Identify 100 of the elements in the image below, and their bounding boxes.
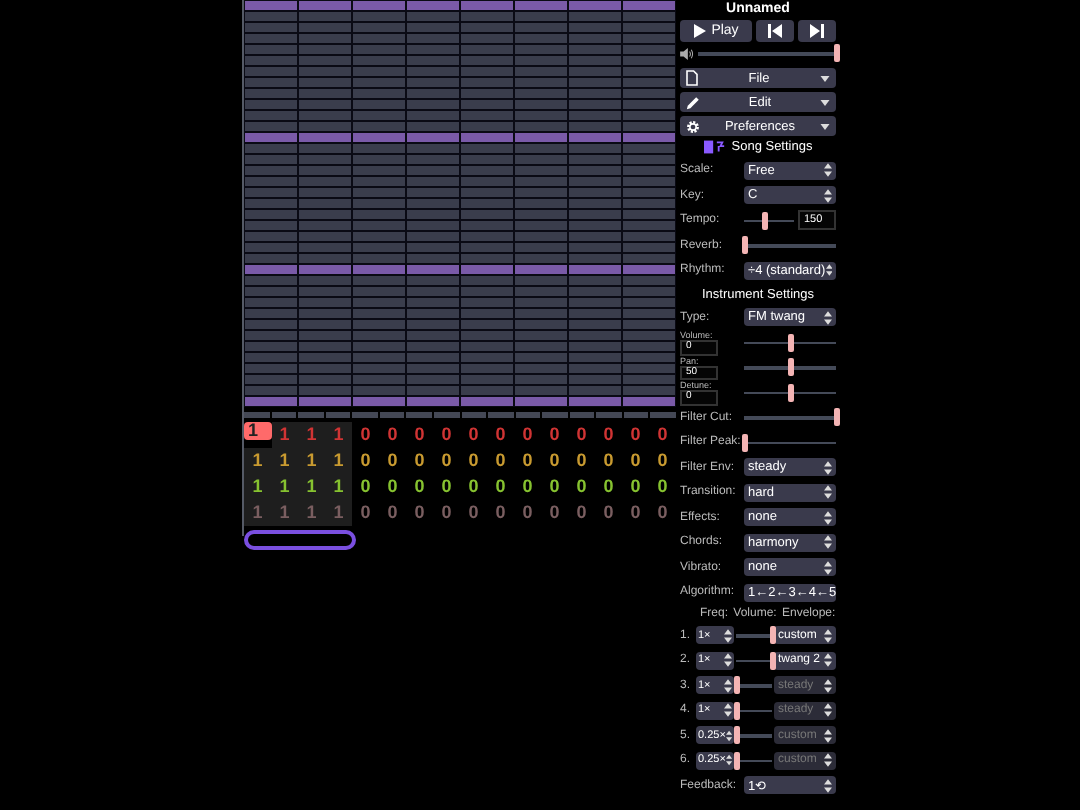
pattern-cell[interactable]: 0 — [487, 499, 514, 525]
select-arrows-icon — [724, 627, 732, 644]
pattern-cell[interactable]: 0 — [622, 447, 649, 473]
pattern-cell[interactable]: 0 — [433, 473, 460, 499]
pattern-cell[interactable]: 0 — [460, 447, 487, 473]
pattern-cell[interactable]: 0 — [541, 499, 568, 525]
pattern-cell[interactable]: 0 — [433, 499, 460, 525]
slider[interactable] — [744, 408, 836, 427]
select-arrows-icon — [724, 702, 732, 719]
pattern-cell[interactable]: 0 — [460, 473, 487, 499]
pattern-cell[interactable]: 0 — [595, 421, 622, 447]
pattern-cell[interactable]: 0 — [352, 447, 379, 473]
pattern-cell[interactable]: 0 — [595, 473, 622, 499]
pattern-cell[interactable]: 0 — [649, 421, 676, 447]
slider[interactable] — [744, 433, 836, 452]
pattern-cell[interactable]: 0 — [568, 473, 595, 499]
caret-icon — [820, 99, 830, 105]
pattern-cell[interactable]: 0 — [568, 499, 595, 525]
pattern-cell[interactable]: 0 — [406, 447, 433, 473]
pattern-cell[interactable]: 0 — [514, 499, 541, 525]
select-arrows-icon — [824, 534, 832, 551]
pattern-cell[interactable]: 0 — [487, 447, 514, 473]
pattern-cell[interactable]: 0 — [568, 447, 595, 473]
pattern-cell[interactable]: 0 — [352, 421, 379, 447]
pattern-cell[interactable]: 0 — [379, 473, 406, 499]
pattern-cell[interactable]: 0 — [649, 447, 676, 473]
slider[interactable] — [698, 44, 836, 62]
pattern-cell[interactable]: 0 — [649, 473, 676, 499]
pattern-cell[interactable]: 1 — [298, 473, 325, 499]
select-arrows-icon — [824, 727, 832, 744]
select-arrows-icon — [824, 187, 832, 204]
pattern-cell[interactable]: 0 — [595, 499, 622, 525]
select-arrows-icon — [724, 677, 732, 694]
pattern-cell[interactable]: 0 — [352, 499, 379, 525]
select-arrows-icon — [824, 509, 832, 526]
select-arrows-icon — [824, 309, 832, 326]
slider[interactable] — [744, 236, 836, 255]
pattern-cell[interactable]: 0 — [379, 421, 406, 447]
pattern-cell[interactable]: 0 — [541, 447, 568, 473]
select-arrows-icon — [824, 652, 832, 669]
slider[interactable] — [744, 333, 836, 352]
pattern-cell[interactable]: 0 — [460, 421, 487, 447]
note-icon — [703, 140, 726, 154]
loop-selector[interactable] — [244, 529, 356, 549]
pattern-cell[interactable]: 0 — [595, 447, 622, 473]
select-arrows-icon — [724, 652, 732, 669]
select-arrows-icon — [824, 559, 832, 576]
piano-roll-grid[interactable] — [244, 0, 676, 407]
pattern-cell[interactable]: 0 — [406, 499, 433, 525]
pattern-cell[interactable]: 0 — [406, 421, 433, 447]
slider[interactable] — [736, 676, 772, 695]
pattern-cell[interactable]: 0 — [460, 499, 487, 525]
skip-forward-icon — [810, 24, 824, 38]
select-arrows-icon — [825, 262, 832, 279]
pencil-icon — [686, 95, 700, 109]
next-button[interactable] — [798, 20, 836, 42]
slider[interactable] — [744, 211, 794, 230]
slider[interactable] — [744, 358, 836, 377]
select-arrows-icon — [824, 702, 832, 719]
speaker-icon — [680, 47, 694, 59]
select-arrows-icon — [725, 752, 732, 769]
previous-button[interactable] — [756, 20, 794, 42]
slider[interactable] — [736, 726, 772, 745]
pattern-cell[interactable]: 0 — [352, 473, 379, 499]
pattern-cell[interactable]: 0 — [379, 447, 406, 473]
pattern-cell[interactable]: 0 — [433, 447, 460, 473]
play-icon — [693, 24, 706, 38]
pattern-cell[interactable]: 0 — [514, 473, 541, 499]
pattern-cell[interactable]: 0 — [541, 473, 568, 499]
pattern-cell[interactable]: 1 — [244, 447, 271, 473]
slider[interactable] — [736, 626, 772, 645]
pattern-cell[interactable]: 0 — [541, 421, 568, 447]
pattern-cell[interactable]: 0 — [487, 473, 514, 499]
select-arrows-icon — [824, 677, 832, 694]
caret-icon — [820, 123, 830, 129]
pattern-cell[interactable]: 0 — [514, 421, 541, 447]
pattern-cell[interactable]: 0 — [406, 473, 433, 499]
document-icon — [686, 70, 698, 86]
select-arrows-icon — [824, 777, 832, 794]
slider[interactable] — [736, 701, 772, 720]
pattern-cell[interactable]: 0 — [649, 499, 676, 525]
pattern-cell[interactable]: 0 — [622, 473, 649, 499]
slider[interactable] — [736, 751, 772, 770]
pattern-cell[interactable]: 1 — [244, 421, 271, 439]
slider[interactable] — [744, 383, 836, 402]
gear-icon — [686, 119, 700, 133]
slider[interactable] — [736, 651, 772, 670]
pattern-cell[interactable]: 0 — [514, 447, 541, 473]
pattern-cell[interactable]: 1 — [298, 447, 325, 473]
pattern-cell[interactable]: 0 — [622, 421, 649, 447]
caret-icon — [820, 75, 830, 81]
pattern-cell[interactable]: 0 — [487, 421, 514, 447]
pattern-cell[interactable]: 0 — [379, 499, 406, 525]
pattern-cell[interactable]: 0 — [622, 499, 649, 525]
select-arrows-icon — [824, 162, 832, 179]
pattern-cell[interactable]: 1 — [244, 473, 271, 499]
pattern-cell[interactable]: 0 — [433, 421, 460, 447]
select-arrows-icon — [725, 727, 732, 744]
select-arrows-icon — [824, 752, 832, 769]
pattern-cell[interactable]: 0 — [568, 421, 595, 447]
